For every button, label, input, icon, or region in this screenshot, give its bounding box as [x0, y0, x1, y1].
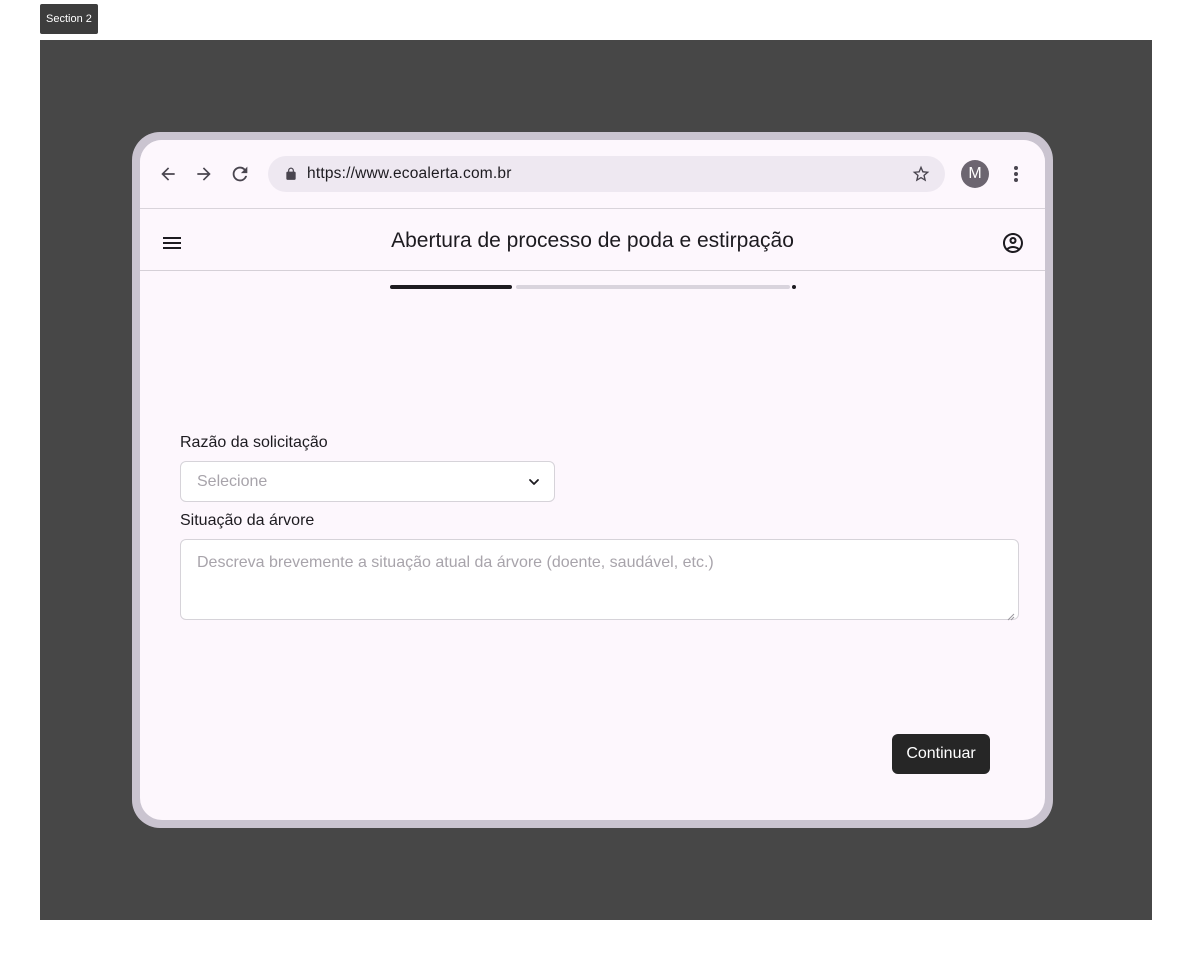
progress-fill [390, 285, 512, 289]
account-circle-icon[interactable] [1001, 231, 1025, 255]
url-text: https://www.ecoalerta.com.br [307, 165, 512, 182]
app-screen: https://www.ecoalerta.com.br M Abertura … [140, 140, 1045, 820]
progress-stop-dot [792, 285, 796, 289]
browser-toolbar: https://www.ecoalerta.com.br M [140, 140, 1045, 209]
profile-avatar[interactable]: M [961, 160, 989, 188]
more-vert-icon[interactable] [1006, 162, 1026, 186]
lock-icon [284, 166, 300, 182]
forward-arrow-icon[interactable] [192, 162, 216, 186]
section-label: Section 2 [40, 4, 98, 34]
reload-icon[interactable] [228, 162, 252, 186]
chevron-down-icon [526, 474, 542, 490]
progress-indicator [390, 284, 796, 290]
address-bar[interactable]: https://www.ecoalerta.com.br [268, 156, 945, 192]
page-title: Abertura de processo de poda e estirpaçã… [391, 229, 794, 252]
tree-situation-textarea[interactable]: Descreva brevemente a situação atual da … [180, 539, 1019, 621]
resize-handle-icon[interactable] [1007, 608, 1015, 621]
tree-situation-placeholder: Descreva brevemente a situação atual da … [197, 554, 714, 571]
reason-select[interactable]: Selecione [180, 461, 555, 502]
tablet-frame: https://www.ecoalerta.com.br M Abertura … [132, 132, 1053, 828]
continue-button[interactable]: Continuar [892, 734, 990, 774]
star-icon[interactable] [911, 164, 931, 184]
reason-label: Razão da solicitação [180, 434, 328, 451]
frame-canvas: https://www.ecoalerta.com.br M Abertura … [40, 40, 1152, 920]
reason-select-value: Selecione [197, 473, 268, 490]
tree-situation-label: Situação da árvore [180, 512, 315, 529]
top-app-bar: Abertura de processo de poda e estirpaçã… [140, 209, 1045, 271]
progress-track [516, 285, 790, 289]
back-arrow-icon[interactable] [156, 162, 180, 186]
